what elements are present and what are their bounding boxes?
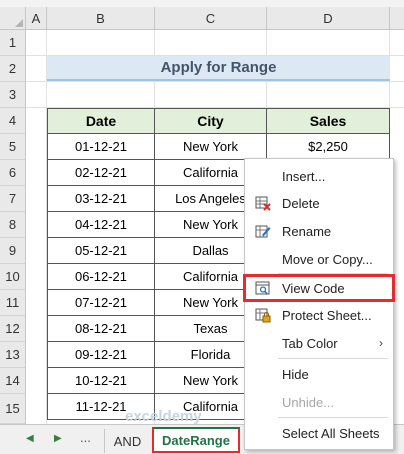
column-header-a[interactable]: A — [26, 7, 47, 30]
menu-item-hide[interactable]: Hide — [245, 361, 393, 387]
next-sheet-icon[interactable]: ▶ — [54, 433, 62, 444]
menu-item-label: View Code — [282, 280, 345, 296]
row-header[interactable]: 15 — [0, 394, 26, 424]
sheet-tab-and[interactable]: AND — [104, 429, 150, 453]
menu-item-insert[interactable]: Insert... — [245, 163, 393, 189]
table-header-sales[interactable]: Sales — [267, 108, 390, 134]
menu-item-label: Insert... — [282, 168, 326, 184]
table-cell-date[interactable]: 02-12-21 — [47, 160, 155, 186]
menu-item-protect-sheet[interactable]: Protect Sheet... — [245, 302, 393, 328]
menu-item-label: Delete — [282, 195, 320, 211]
sheet-tab-daterange[interactable]: DateRange — [152, 427, 240, 453]
menu-item-label: Select All Sheets — [282, 425, 380, 441]
row-header[interactable]: 5 — [0, 134, 26, 160]
table-cell-city[interactable]: New York — [155, 134, 267, 160]
table-cell-date[interactable]: 04-12-21 — [47, 212, 155, 238]
table-cell-date[interactable]: 10-12-21 — [47, 368, 155, 394]
column-header-b[interactable]: B — [47, 7, 155, 30]
table-cell-date[interactable]: 05-12-21 — [47, 238, 155, 264]
menu-item-select-all-sheets[interactable]: Select All Sheets — [245, 420, 393, 446]
row-header[interactable]: 6 — [0, 160, 26, 186]
watermark-logo: exceldemy — [125, 408, 202, 425]
menu-item-move-or-copy[interactable]: Move or Copy... — [245, 246, 393, 272]
table-header-date[interactable]: Date — [47, 108, 155, 134]
menu-item-delete[interactable]: Delete — [245, 190, 393, 216]
menu-item-tab-color[interactable]: Tab Color › — [245, 330, 393, 356]
table-cell-date[interactable]: 08-12-21 — [47, 316, 155, 342]
row-header[interactable]: 4 — [0, 108, 26, 134]
column-header-c[interactable]: C — [155, 7, 267, 30]
table-cell-sales[interactable]: $2,250 — [267, 134, 390, 160]
menu-item-label: Tab Color — [282, 335, 338, 351]
row-header[interactable]: 8 — [0, 212, 26, 238]
select-all-corner[interactable] — [0, 7, 26, 30]
row-header[interactable]: 10 — [0, 264, 26, 290]
protect-sheet-icon — [255, 307, 271, 323]
row-header[interactable]: 11 — [0, 290, 26, 316]
submenu-arrow-icon: › — [379, 336, 383, 350]
row-header[interactable]: 3 — [0, 82, 26, 108]
menu-item-label: Move or Copy... — [282, 251, 373, 267]
view-code-icon — [255, 280, 271, 296]
table-cell-date[interactable]: 06-12-21 — [47, 264, 155, 290]
menu-item-unhide: Unhide... — [245, 389, 393, 415]
rename-icon — [255, 223, 271, 239]
table-cell-date[interactable]: 07-12-21 — [47, 290, 155, 316]
row-header[interactable]: 9 — [0, 238, 26, 264]
row-header[interactable]: 1 — [0, 30, 26, 56]
menu-separator — [278, 417, 388, 418]
menu-item-view-code[interactable]: View Code — [243, 274, 395, 302]
column-header-d[interactable]: D — [267, 7, 390, 30]
menu-separator — [278, 358, 388, 359]
sheet-title[interactable]: Apply for Range — [47, 56, 390, 81]
table-cell-date[interactable]: 01-12-21 — [47, 134, 155, 160]
more-sheets-ellipsis[interactable]: ... — [80, 430, 91, 445]
column-header-e[interactable] — [390, 7, 404, 30]
menu-item-label: Protect Sheet... — [282, 307, 372, 323]
table-cell-date[interactable]: 03-12-21 — [47, 186, 155, 212]
sheet-context-menu: Insert... Delete Rename Move or Copy... … — [243, 158, 395, 450]
gridline — [26, 81, 404, 82]
delete-sheet-icon — [255, 195, 271, 211]
menu-item-rename[interactable]: Rename — [245, 218, 393, 244]
prev-sheet-icon[interactable]: ◀ — [26, 433, 34, 444]
menu-item-label: Unhide... — [282, 394, 335, 410]
row-header[interactable]: 14 — [0, 368, 26, 394]
row-header[interactable]: 7 — [0, 186, 26, 212]
row-header[interactable]: 2 — [0, 56, 26, 82]
menu-item-label: Rename — [282, 223, 332, 239]
table-cell-date[interactable]: 09-12-21 — [47, 342, 155, 368]
row-header[interactable]: 13 — [0, 342, 26, 368]
menu-item-label: Hide — [282, 366, 309, 382]
table-header-city[interactable]: City — [155, 108, 267, 134]
row-header[interactable]: 12 — [0, 316, 26, 342]
top-strip — [0, 0, 404, 7]
